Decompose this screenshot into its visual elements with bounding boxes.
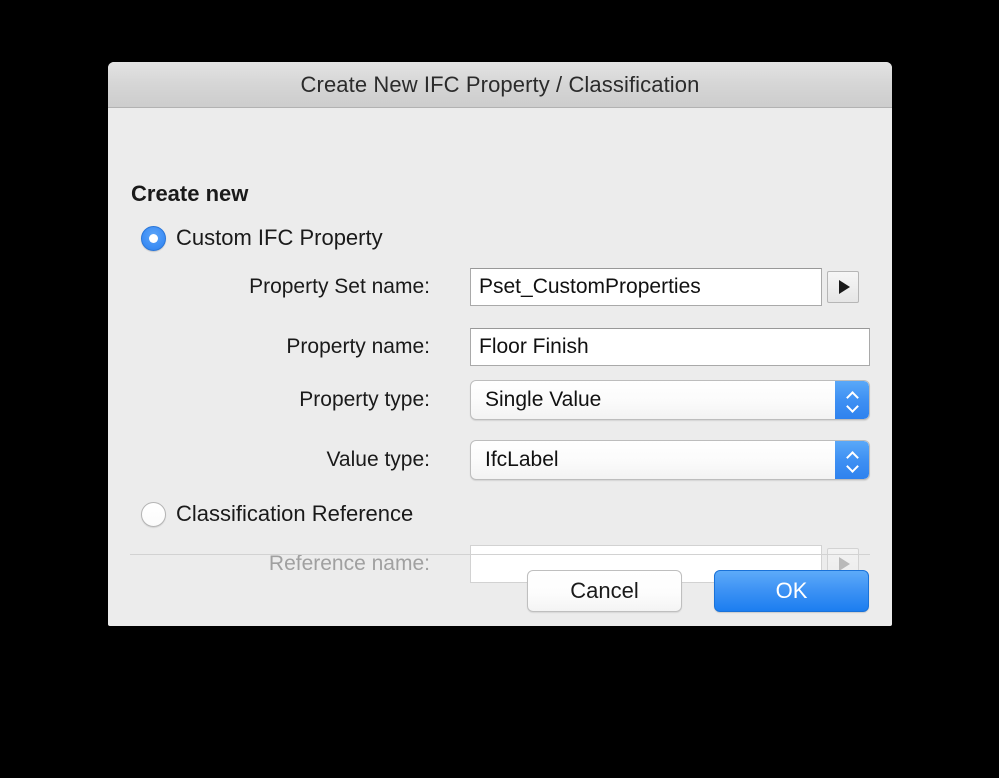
input-property-name[interactable]: Floor Finish xyxy=(470,328,870,366)
input-property-set-name[interactable]: Pset_CustomProperties xyxy=(470,268,822,306)
dialog-body: Create new Custom IFC Property Property … xyxy=(108,108,892,626)
section-heading: Create new xyxy=(131,181,248,207)
chevron-up-icon xyxy=(847,452,858,458)
chevron-down-icon xyxy=(847,463,858,469)
label-property-set-name: Property Set name: xyxy=(249,275,430,299)
select-property-type-value: Single Value xyxy=(471,388,835,412)
ok-button[interactable]: OK xyxy=(714,570,869,612)
radio-label-custom-ifc-property: Custom IFC Property xyxy=(176,225,383,251)
select-value-type[interactable]: IfcLabel xyxy=(470,440,870,480)
select-property-type[interactable]: Single Value xyxy=(470,380,870,420)
label-property-name: Property name: xyxy=(286,335,430,359)
chevron-down-icon xyxy=(847,403,858,409)
label-value-type: Value type: xyxy=(326,448,430,472)
cancel-button[interactable]: Cancel xyxy=(527,570,682,612)
chevron-up-down-icon[interactable] xyxy=(835,441,869,479)
footer-separator xyxy=(130,554,870,555)
radio-selected-icon[interactable] xyxy=(141,226,166,251)
dialog-titlebar: Create New IFC Property / Classification xyxy=(108,62,892,108)
triangle-right-icon xyxy=(839,280,850,294)
radio-option-classification-reference[interactable]: Classification Reference xyxy=(141,501,413,527)
chevron-up-icon xyxy=(847,392,858,398)
radio-label-classification-reference: Classification Reference xyxy=(176,501,413,527)
radio-unselected-icon[interactable] xyxy=(141,502,166,527)
form-row-value-type: Value type: IfcLabel xyxy=(108,441,892,479)
form-row-property-name: Property name: Floor Finish xyxy=(108,328,892,366)
select-value-type-value: IfcLabel xyxy=(471,448,835,472)
label-property-type: Property type: xyxy=(299,388,430,412)
radio-option-custom-ifc-property[interactable]: Custom IFC Property xyxy=(141,225,383,251)
form-row-property-set-name: Property Set name: Pset_CustomProperties xyxy=(108,268,892,306)
form-row-property-type: Property type: Single Value xyxy=(108,381,892,419)
chevron-up-down-icon[interactable] xyxy=(835,381,869,419)
create-ifc-property-dialog: Create New IFC Property / Classification… xyxy=(108,62,892,626)
property-set-name-picker-button[interactable] xyxy=(827,271,859,303)
dialog-title: Create New IFC Property / Classification xyxy=(301,72,700,98)
dialog-footer: Cancel OK xyxy=(108,554,892,626)
